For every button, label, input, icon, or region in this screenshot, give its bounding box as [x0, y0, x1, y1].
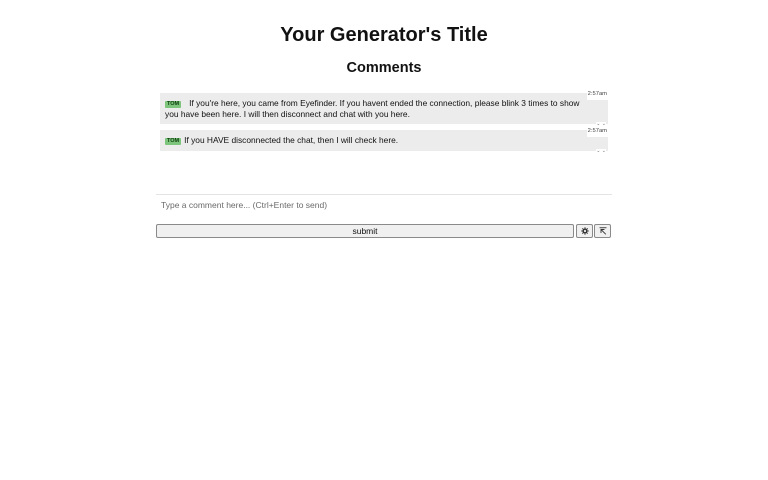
comment-text: If you're here, you came from Eyefinder.… [165, 98, 580, 119]
divider [156, 194, 612, 195]
submit-button[interactable]: submit [156, 224, 574, 238]
comment-text: If you HAVE disconnected the chat, then … [184, 135, 399, 145]
settings-button[interactable] [576, 224, 593, 238]
user-badge[interactable]: TOM [165, 138, 182, 145]
expand-arrow-icon [599, 227, 607, 235]
comment-item: 2:57am TOM If you HAVE disconnected the c… [160, 126, 608, 154]
comment-item: 2:57am TOM If you're here, you came from … [160, 89, 608, 127]
gear-icon [580, 227, 589, 235]
page: Your Generator's Title Comments 2:57am T… [0, 0, 768, 480]
user-badge[interactable]: TOM [165, 101, 182, 108]
comment-input[interactable] [156, 196, 612, 214]
comment-list: 2:57am TOM If you're here, you came from … [160, 89, 608, 157]
popout-button[interactable] [594, 224, 611, 238]
comment-menu-icon[interactable]: ⌄ ⌄ [596, 148, 606, 154]
page-title: Your Generator's Title [280, 24, 488, 46]
comments-heading: Comments [346, 60, 422, 76]
comment-timestamp: 2:57am [586, 89, 608, 100]
comment-timestamp: 2:57am [586, 126, 608, 137]
